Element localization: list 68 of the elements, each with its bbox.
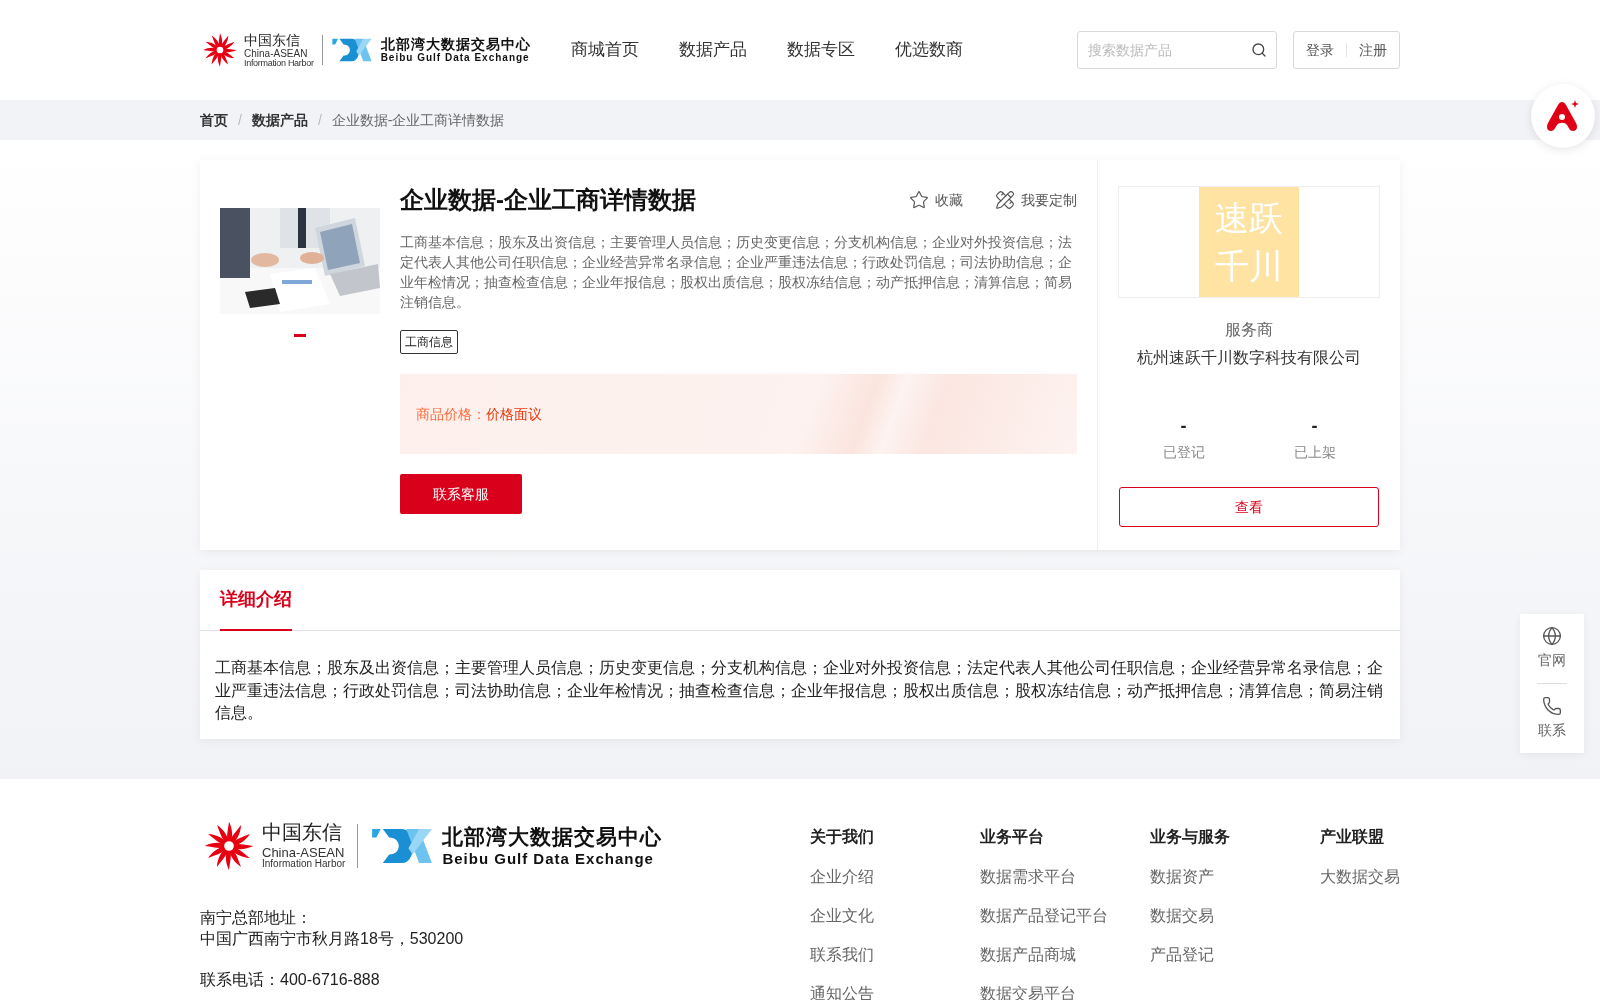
price-label: 商品价格： xyxy=(416,404,486,424)
breadcrumb-separator: / xyxy=(317,110,322,130)
logo-subtitle: China-ASEAN xyxy=(262,846,346,859)
logo-subtitle: China-ASEAN xyxy=(244,48,309,59)
logo-subtitle: Information Harbor xyxy=(262,859,346,869)
detail-tab[interactable]: 详细介绍 xyxy=(220,570,292,631)
footer-link[interactable]: 数据资产 xyxy=(1150,865,1320,888)
globe-icon xyxy=(1542,626,1562,646)
float-tool[interactable]: 联系 xyxy=(1538,696,1566,741)
address-text: 中国广西南宁市秋月路18号，530200 xyxy=(200,928,465,949)
nav-link[interactable]: 数据产品 xyxy=(678,37,747,63)
logo-name: 中国东信 xyxy=(262,822,343,842)
provider-logo-text: 千川 xyxy=(1215,246,1283,287)
footer-link[interactable]: 大数据交易 xyxy=(1320,865,1400,888)
footer-link[interactable]: 企业文化 xyxy=(810,904,980,927)
nav-link[interactable]: 数据专区 xyxy=(786,37,855,63)
footer-link[interactable]: 数据交易 xyxy=(1150,904,1320,927)
star-icon xyxy=(909,190,929,210)
footer-link[interactable]: 企业介绍 xyxy=(810,865,980,888)
search-icon[interactable] xyxy=(1251,42,1267,58)
address-label: 南宁总部地址： xyxy=(200,907,313,928)
breadcrumb-link[interactable]: 企业数据-企业工商详情数据 xyxy=(331,109,505,131)
phone-text: 联系电话：400-6716-888 xyxy=(200,969,381,990)
footer-link[interactable]: 联系我们 xyxy=(810,943,980,966)
provider-role: 服务商 xyxy=(1225,320,1273,340)
price-value: 价格面议 xyxy=(486,404,542,424)
assistant-button[interactable] xyxy=(1531,84,1595,148)
product-title: 企业数据-企业工商详情数据 xyxy=(400,185,696,215)
footer-column-title: 关于我们 xyxy=(810,826,875,847)
phone-icon xyxy=(1542,696,1562,716)
auth-link[interactable]: 登录 xyxy=(1306,39,1334,61)
tag: 工商信息 xyxy=(400,330,458,354)
action-link[interactable]: 收藏 xyxy=(909,189,963,211)
breadcrumb-separator: / xyxy=(238,110,242,130)
stat-label: 已登记 xyxy=(1162,443,1205,462)
footer-link[interactable]: 通知公告 xyxy=(810,982,980,1000)
provider-name: 杭州速跃千川数字科技有限公司 xyxy=(1137,348,1361,368)
breadcrumb-link[interactable]: 数据产品 xyxy=(251,109,308,131)
logo-subtitle: Information Harbor xyxy=(244,58,314,68)
footer-link[interactable]: 数据需求平台 xyxy=(980,865,1150,888)
assistant-icon xyxy=(1545,99,1581,133)
breadcrumb-link[interactable]: 首页 xyxy=(200,109,228,131)
nav-link[interactable]: 商城首页 xyxy=(570,37,639,63)
detail-text: 工商基本信息；股东及出资信息；主要管理人员信息；历史变更信息；分支机构信息；企业对外投资信息；法定代表人其他公司任职信息；企业经营异常名录信息；企业严重违法信息；行政处罚信息；司法协助信息；企业年检情况；抽查检查信息；企业年报信息；股权出质信息；股权冻结信息；动产抵押信息；清算信息；简易注销信息。 xyxy=(214,658,1384,723)
nav-link[interactable]: 优选数商 xyxy=(894,37,963,63)
footer-column-title: 业务与服务 xyxy=(1150,826,1231,847)
footer-link[interactable]: 产品登记 xyxy=(1150,943,1320,966)
product-description: 工商基本信息；股东及出资信息；主要管理人员信息；历史变更信息；分支机构信息；企业对外投资信息；法定代表人其他公司任职信息；企业经营异常名录信息；企业严重违法信息；行政处罚信息；司法协助信息；企业年检情况；抽查检查信息；企业年报信息；股权出质信息；股权冻结信息；动产抵押信息；清算信息；简易注销信息。 xyxy=(400,233,1073,312)
action-link[interactable]: 我要定制 xyxy=(995,189,1077,211)
logo-subtitle: Beibu Gulf Data Exchange xyxy=(442,850,655,866)
view-button[interactable]: 查看 xyxy=(1119,487,1379,527)
footer-column-title: 产业联盟 xyxy=(1320,826,1385,847)
search-field[interactable]: 搜索数据产品 xyxy=(1077,31,1277,69)
float-tool[interactable]: 官网 xyxy=(1538,626,1566,671)
stat-value: - xyxy=(1311,416,1318,436)
auth-link[interactable]: 注册 xyxy=(1359,39,1387,61)
pencil-ruler-icon xyxy=(995,190,1015,210)
provider-logo-text: 速跃 xyxy=(1215,198,1283,239)
stat-label: 已上架 xyxy=(1293,443,1336,462)
logo-subtitle: Beibu Gulf Data Exchange xyxy=(380,53,531,63)
contact-button[interactable]: 联系客服 xyxy=(400,474,522,514)
footer-column-title: 业务平台 xyxy=(980,826,1045,847)
footer-link[interactable]: 数据产品商城 xyxy=(980,943,1150,966)
logo-name: 北部湾大数据交易中心 xyxy=(380,37,531,51)
stat-value: - xyxy=(1180,416,1187,436)
footer-link[interactable]: 数据产品登记平台 xyxy=(980,904,1150,927)
logo-name: 北部湾大数据交易中心 xyxy=(442,825,663,847)
logo-name: 中国东信 xyxy=(244,32,301,47)
